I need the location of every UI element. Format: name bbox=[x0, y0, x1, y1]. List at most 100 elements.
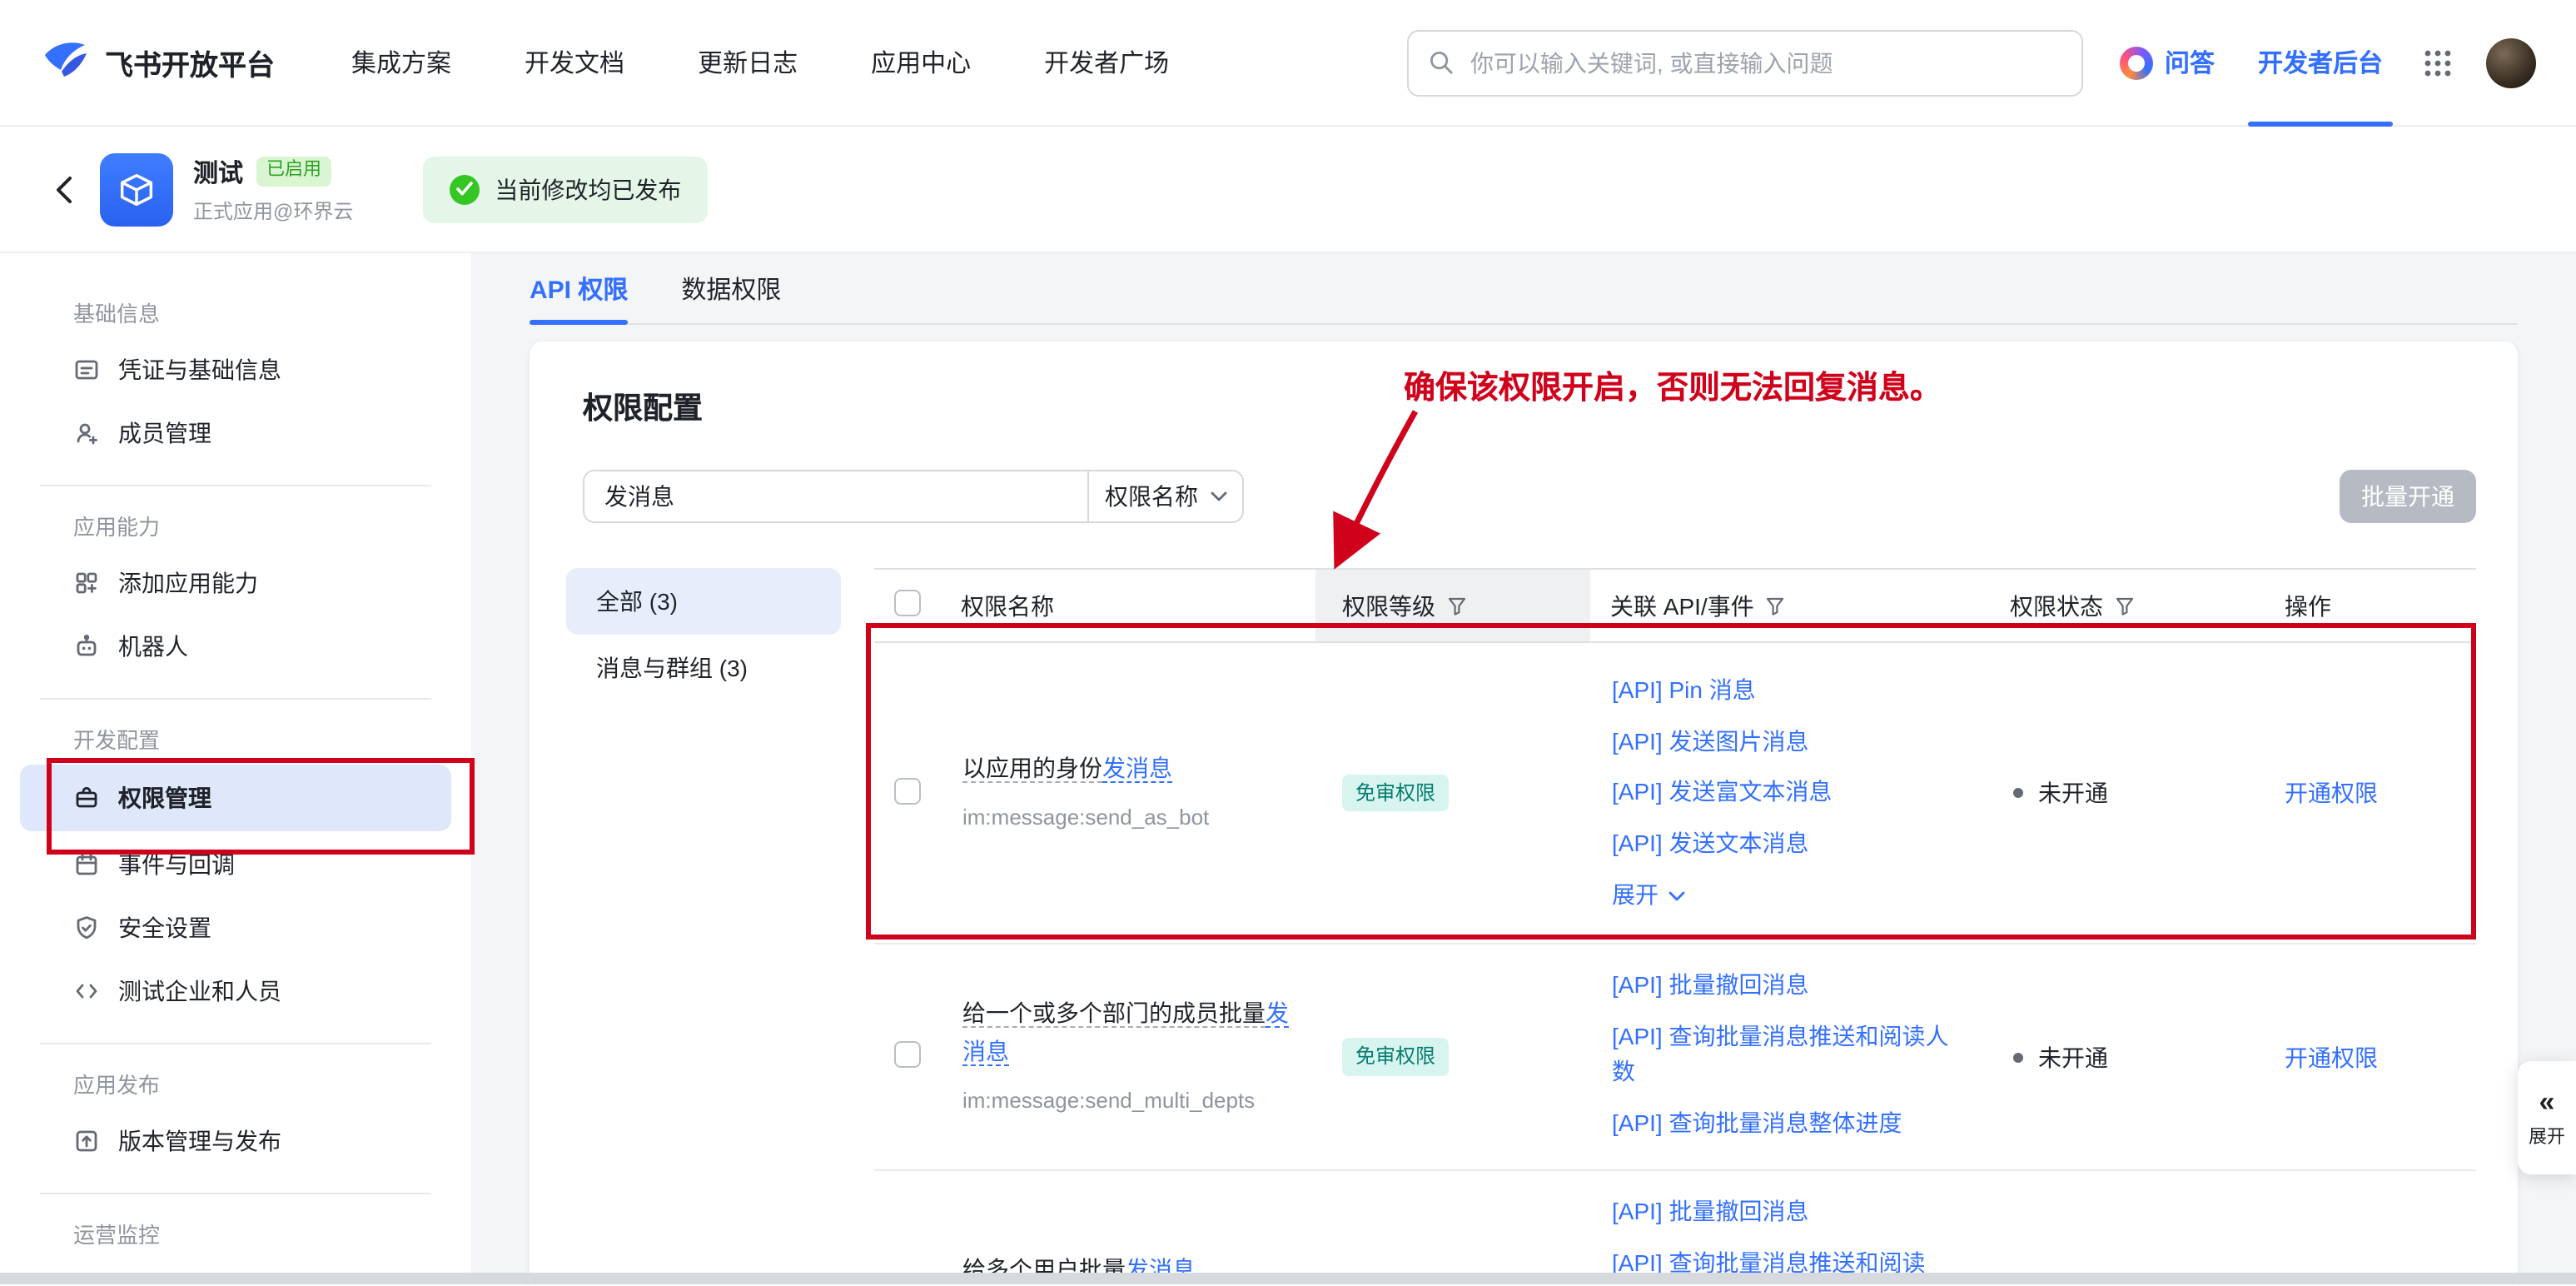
shield-icon bbox=[73, 915, 100, 941]
back-icon[interactable] bbox=[53, 174, 73, 204]
sidebar-item-test-company[interactable]: 测试企业和人员 bbox=[0, 960, 471, 1023]
user-avatar[interactable] bbox=[2486, 37, 2536, 87]
sidebar-item-security-settings[interactable]: 安全设置 bbox=[0, 896, 471, 960]
sidebar: 基础信息 凭证与基础信息 成员管理 应用能力 添加应用能力 机器人 开发配置 bbox=[0, 253, 471, 1284]
console-label: 开发者后台 bbox=[2258, 45, 2383, 80]
row-checkbox[interactable] bbox=[894, 777, 921, 804]
sidebar-item-events-callbacks[interactable]: 事件与回调 bbox=[0, 833, 471, 896]
tab-api-permission[interactable]: API 权限 bbox=[530, 253, 628, 323]
api-link[interactable]: [API] 批量撤回消息 bbox=[1612, 968, 1963, 1004]
chevron-down-icon bbox=[1210, 491, 1226, 501]
batch-open-button[interactable]: 批量开通 bbox=[2340, 470, 2476, 523]
sidebar-item-bot[interactable]: 机器人 bbox=[0, 615, 471, 678]
nav-item-developer-plaza[interactable]: 开发者广场 bbox=[1044, 45, 1169, 80]
api-link[interactable]: [API] 批量撤回消息 bbox=[1612, 1194, 1963, 1230]
api-link[interactable]: [API] Pin 消息 bbox=[1612, 673, 1963, 709]
permission-search-group: 权限名称 bbox=[583, 470, 1244, 523]
col-header-status: 权限状态 bbox=[1990, 570, 2265, 641]
status-text: 未开通 bbox=[2038, 776, 2108, 810]
nav-item-integration[interactable]: 集成方案 bbox=[351, 45, 451, 80]
open-permission-link[interactable]: 开通权限 bbox=[2285, 1044, 2378, 1070]
api-link[interactable]: [API] 发送文本消息 bbox=[1612, 826, 1963, 862]
expand-apis-link[interactable]: 展开 bbox=[1612, 878, 1963, 914]
member-icon bbox=[73, 420, 100, 446]
search-field-label: 权限名称 bbox=[1105, 480, 1198, 513]
category-message-group[interactable]: 消息与群组 (3) bbox=[566, 635, 841, 701]
sidebar-section-release: 应用发布 bbox=[73, 1068, 431, 1099]
global-search-input[interactable] bbox=[1467, 47, 2061, 77]
api-link[interactable]: [API] 查询批量消息推送和阅读人数 bbox=[1612, 1019, 1963, 1091]
table-row-send-as-bot: 以应用的身份发消息 im:message:send_as_bot 免审权限 [A… bbox=[874, 643, 2476, 945]
sidebar-divider bbox=[40, 1193, 431, 1194]
filter-icon[interactable] bbox=[1447, 596, 1467, 616]
category-list: 全部 (3) 消息与群组 (3) bbox=[566, 568, 841, 1286]
nav-item-app-center[interactable]: 应用中心 bbox=[871, 45, 971, 80]
col-header-name: 权限名称 bbox=[941, 570, 1315, 641]
search-field-dropdown[interactable]: 权限名称 bbox=[1089, 471, 1242, 521]
api-link[interactable]: [API] 查询批量消息整体进度 bbox=[1612, 1106, 1963, 1142]
sidebar-item-label: 凭证与基础信息 bbox=[118, 353, 281, 386]
permission-name[interactable]: 给一个或多个部门的成员批量发消息 bbox=[962, 994, 1292, 1069]
sidebar-item-credentials[interactable]: 凭证与基础信息 bbox=[0, 338, 471, 401]
main-content: API 权限 数据权限 权限配置 权限名称 批量开通 bbox=[471, 253, 2576, 1284]
permission-tabs: API 权限 数据权限 bbox=[530, 253, 2518, 325]
col-header-api: 关联 API/事件 bbox=[1590, 570, 1990, 641]
check-circle-icon bbox=[450, 174, 480, 204]
status-text: 未开通 bbox=[2038, 1040, 2108, 1074]
apps-grid-icon[interactable] bbox=[2423, 47, 2453, 77]
qa-label: 问答 bbox=[2165, 45, 2215, 80]
permission-name[interactable]: 以应用的身份发消息 bbox=[962, 750, 1292, 787]
nav-item-docs[interactable]: 开发文档 bbox=[525, 45, 624, 80]
publish-banner-text: 当前修改均已发布 bbox=[495, 172, 681, 206]
permission-config-card: 权限配置 权限名称 批量开通 全部 (3) 消 bbox=[530, 341, 2518, 1286]
sidebar-item-version-release[interactable]: 版本管理与发布 bbox=[0, 1109, 471, 1173]
permission-search-input[interactable] bbox=[584, 471, 1087, 521]
publish-banner: 当前修改均已发布 bbox=[423, 156, 708, 222]
sidebar-item-add-capability[interactable]: 添加应用能力 bbox=[0, 551, 471, 615]
brand[interactable]: 飞书开放平台 bbox=[40, 37, 275, 87]
sidebar-item-label: 安全设置 bbox=[118, 911, 211, 945]
nav-item-developer-console[interactable]: 开发者后台 bbox=[2258, 0, 2383, 126]
qa-entry[interactable]: 问答 bbox=[2120, 45, 2215, 80]
permission-content: 全部 (3) 消息与群组 (3) 权限名称 权限等级 关联 bbox=[566, 568, 2476, 1286]
level-badge: 免审权限 bbox=[1342, 775, 1449, 812]
open-permission-link[interactable]: 开通权限 bbox=[2285, 780, 2378, 806]
filter-icon[interactable] bbox=[1766, 596, 1786, 616]
brand-name: 飞书开放平台 bbox=[105, 42, 275, 83]
app-status-badge: 已启用 bbox=[256, 157, 331, 186]
double-chevron-left-icon: « bbox=[2539, 1087, 2555, 1115]
add-capability-icon bbox=[73, 570, 100, 596]
tab-data-permission[interactable]: 数据权限 bbox=[681, 253, 781, 323]
feishu-logo-icon bbox=[40, 37, 90, 87]
col-header-action: 操作 bbox=[2265, 570, 2476, 641]
robot-icon bbox=[73, 633, 100, 660]
briefcase-icon bbox=[73, 785, 100, 811]
api-link[interactable]: [API] 发送图片消息 bbox=[1612, 724, 1963, 760]
top-navbar: 飞书开放平台 集成方案 开发文档 更新日志 应用中心 开发者广场 问答 开发者后… bbox=[0, 0, 2576, 127]
global-search[interactable] bbox=[1407, 29, 2083, 96]
publish-icon bbox=[73, 1128, 100, 1154]
search-match-text: 发消息 bbox=[1102, 755, 1172, 783]
expand-side-panel-button[interactable]: « 展开 bbox=[2518, 1061, 2576, 1174]
event-icon bbox=[73, 851, 100, 878]
select-all-checkbox[interactable] bbox=[894, 590, 921, 616]
sidebar-section-capability: 应用能力 bbox=[73, 510, 431, 541]
table-row-send-multi-users: 给多个用户批量发消息 [API] 批量撤回消息 [API] 查询批量消息推送和阅… bbox=[874, 1171, 2476, 1286]
status-dot bbox=[2013, 788, 2023, 798]
table-row-send-multi-depts: 给一个或多个部门的成员批量发消息 im:message:send_multi_d… bbox=[874, 945, 2476, 1171]
sidebar-item-permission-management[interactable]: 权限管理 bbox=[20, 765, 451, 831]
filter-icon[interactable] bbox=[2115, 596, 2135, 616]
permission-table: 权限名称 权限等级 关联 API/事件 权限状态 bbox=[874, 568, 2476, 1286]
expand-panel-label: 展开 bbox=[2529, 1122, 2565, 1149]
app-meta: 测试 已启用 正式应用@环界云 bbox=[193, 154, 353, 224]
app-header: 测试 已启用 正式应用@环界云 当前修改均已发布 bbox=[0, 127, 2576, 253]
sidebar-item-label: 添加应用能力 bbox=[118, 566, 258, 600]
row-checkbox[interactable] bbox=[894, 1041, 921, 1068]
category-all[interactable]: 全部 (3) bbox=[566, 568, 841, 635]
nav-item-changelog[interactable]: 更新日志 bbox=[698, 45, 798, 80]
app-name: 测试 bbox=[193, 154, 243, 189]
permission-code: im:message:send_as_bot bbox=[962, 802, 1292, 837]
sidebar-item-members[interactable]: 成员管理 bbox=[0, 401, 471, 465]
api-link[interactable]: [API] 发送富文本消息 bbox=[1612, 775, 1963, 811]
col-header-level: 权限等级 bbox=[1315, 570, 1590, 641]
